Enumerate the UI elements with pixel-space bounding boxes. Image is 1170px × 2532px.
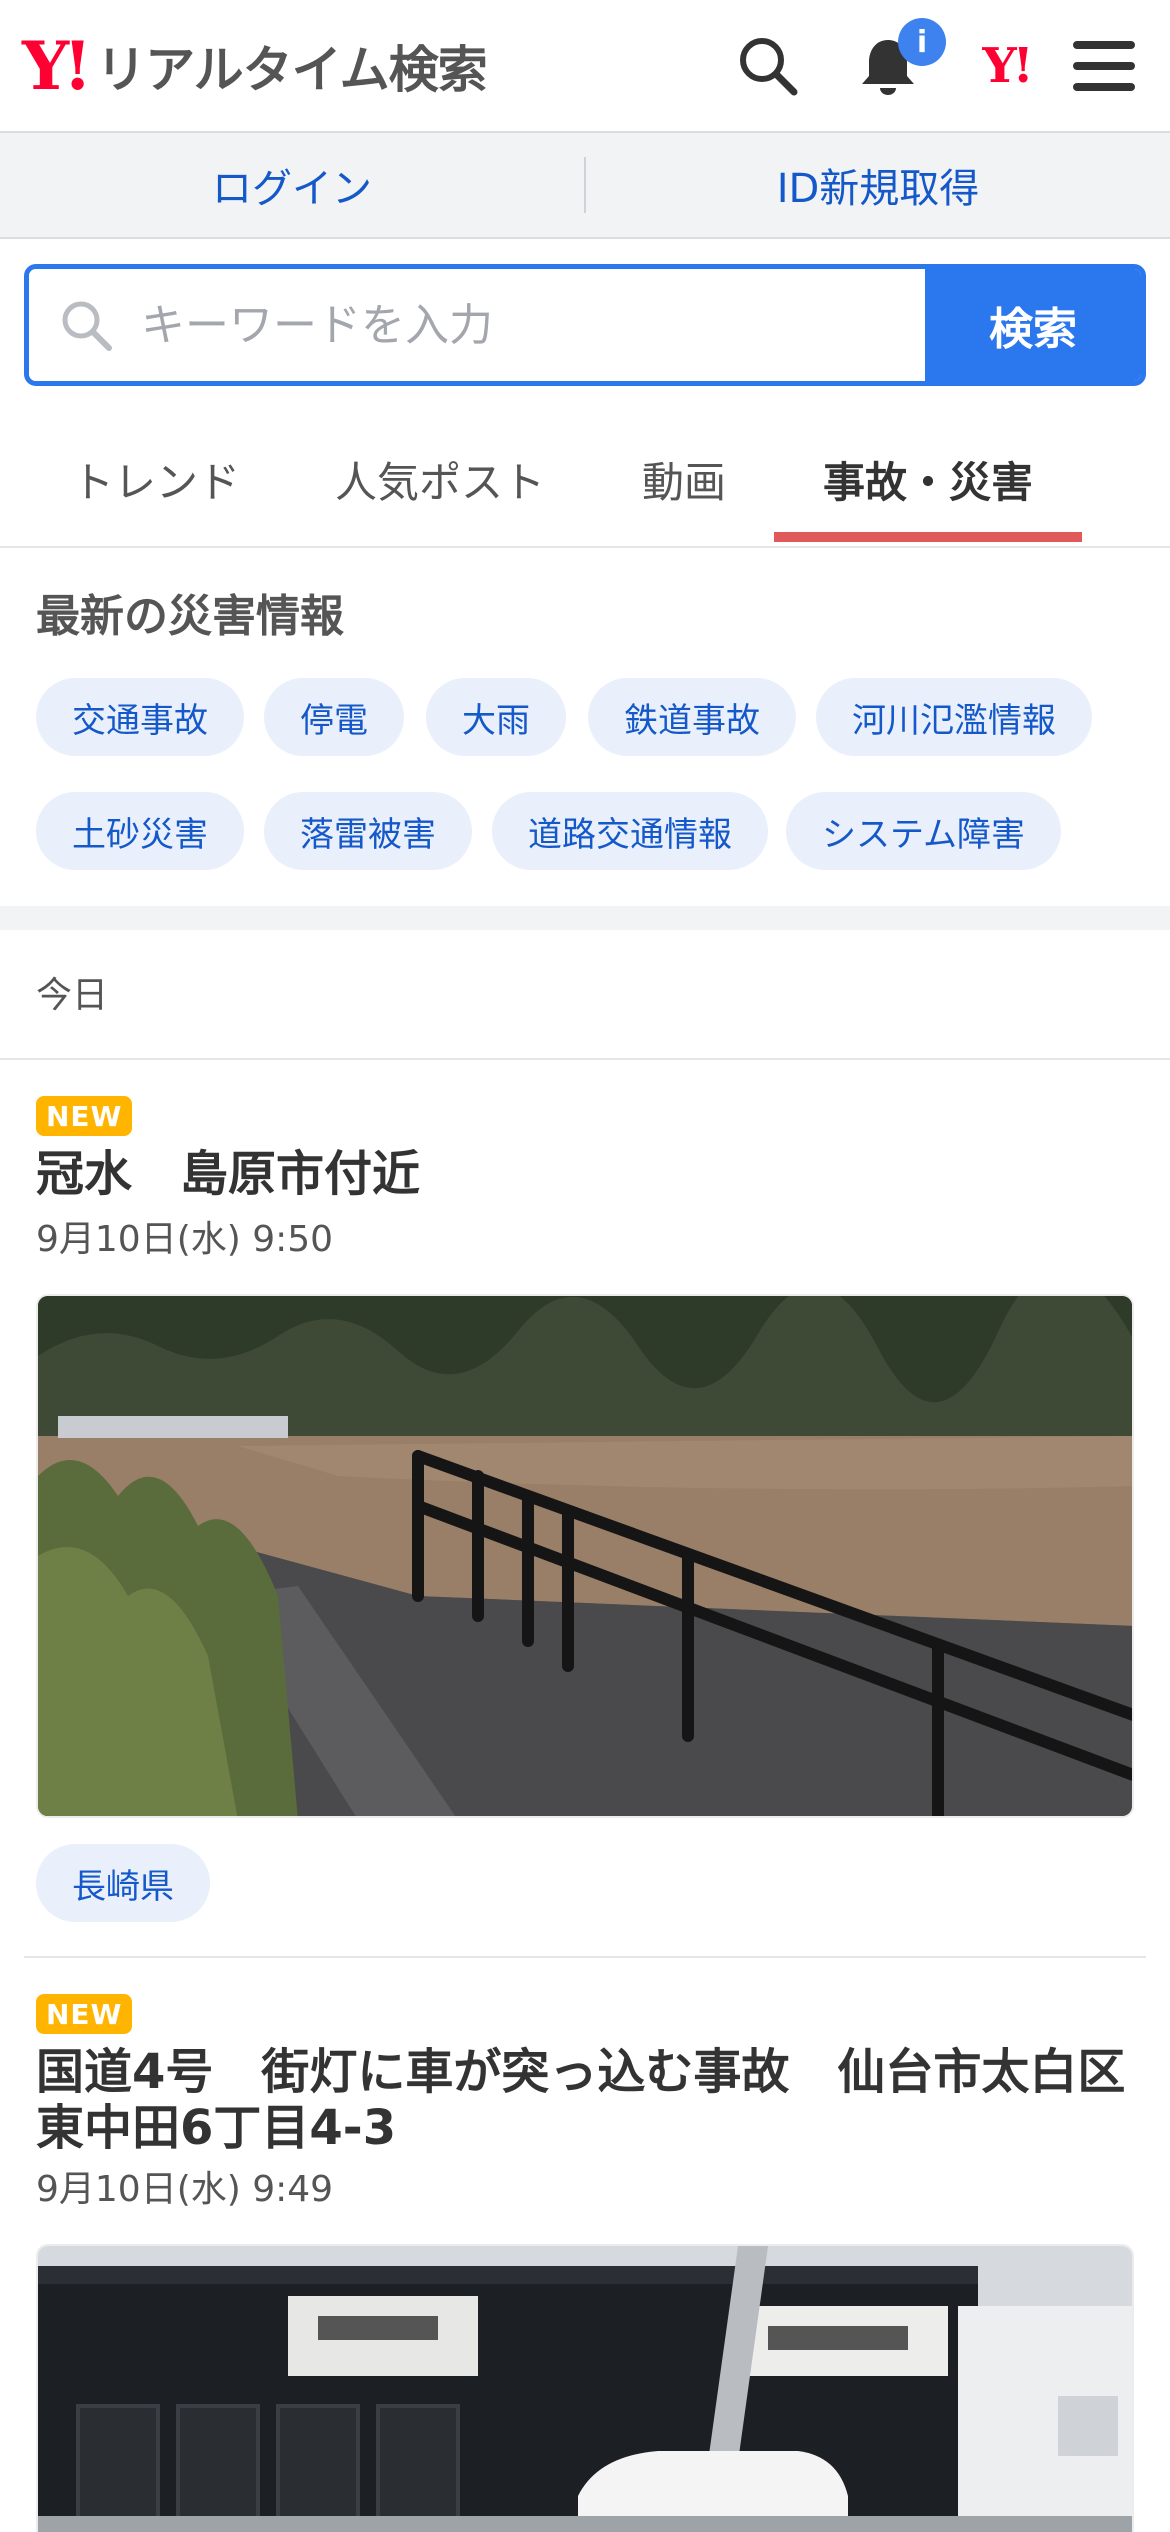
tab-popular-posts[interactable]: 人気ポスト	[314, 410, 566, 548]
menu-icon[interactable]	[1064, 26, 1144, 106]
login-bar: ログイン ID新規取得	[0, 133, 1170, 239]
search-button[interactable]: 検索	[925, 269, 1141, 381]
disaster-chip[interactable]: 道路交通情報	[492, 792, 768, 870]
search-input[interactable]	[141, 299, 861, 351]
disaster-chip[interactable]: 鉄道事故	[588, 678, 796, 756]
notification-badge: i	[898, 18, 946, 66]
disaster-chip[interactable]: 土砂災害	[36, 792, 244, 870]
location-chip[interactable]: 長崎県	[36, 1844, 210, 1922]
disaster-chip[interactable]: 交通事故	[36, 678, 244, 756]
tab-accidents-disasters[interactable]: 事故・災害	[774, 410, 1082, 548]
divider	[24, 1956, 1146, 1958]
logo-title: リアルタイム検索	[96, 41, 487, 99]
disaster-chip[interactable]: 落雷被害	[264, 792, 472, 870]
search-bar: 検索	[24, 264, 1146, 386]
post-time: 9月10日(水) 9:50	[36, 1219, 334, 1260]
disaster-chip[interactable]: 河川氾濫情報	[816, 678, 1092, 756]
disaster-chip[interactable]: 大雨	[426, 678, 566, 756]
search-field[interactable]	[29, 269, 925, 381]
post-image-accident[interactable]	[36, 2244, 1134, 2532]
yj-mark: Y!	[982, 38, 1033, 94]
yahoo-japan-icon[interactable]: Y!	[966, 26, 1046, 106]
app-header: Y! リアルタイム検索 i Y!	[0, 0, 1170, 133]
tab-videos[interactable]: 動画	[620, 410, 748, 548]
search-icon[interactable]	[728, 26, 808, 106]
disaster-info-section: 最新の災害情報 交通事故 停電 大雨 鉄道事故 河川氾濫情報 土砂災害 落雷被害…	[0, 550, 1170, 906]
divider	[0, 1058, 1170, 1060]
login-link[interactable]: ログイン	[0, 156, 584, 214]
new-badge: NEW	[36, 1096, 133, 1136]
register-link[interactable]: ID新規取得	[586, 156, 1170, 214]
disaster-chip[interactable]: 停電	[264, 678, 404, 756]
disaster-chip[interactable]: システム障害	[786, 792, 1061, 870]
bell-icon[interactable]: i	[848, 18, 946, 106]
yahoo-logo-mark: Y!	[22, 27, 92, 105]
section-separator	[0, 906, 1170, 930]
search-input-icon	[62, 301, 112, 351]
new-badge: NEW	[36, 1994, 133, 2034]
tab-bar: トレンド 人気ポスト 動画 事故・災害	[0, 410, 1170, 548]
active-tab-indicator	[774, 532, 1082, 542]
tab-trend[interactable]: トレンド	[36, 410, 276, 548]
post-title[interactable]: 冠水 島原市付近	[36, 1146, 1146, 1202]
post-time: 9月10日(水) 9:49	[36, 2169, 334, 2210]
post-image-flood[interactable]	[36, 1294, 1134, 1818]
date-group-label: 今日	[36, 975, 109, 1016]
section-title: 最新の災害情報	[36, 591, 344, 642]
post-title[interactable]: 国道4号 街灯に車が突っ込む事故 仙台市太白区東中田6丁目4-3	[36, 2044, 1146, 2156]
logo[interactable]: Y! リアルタイム検索	[22, 27, 488, 105]
